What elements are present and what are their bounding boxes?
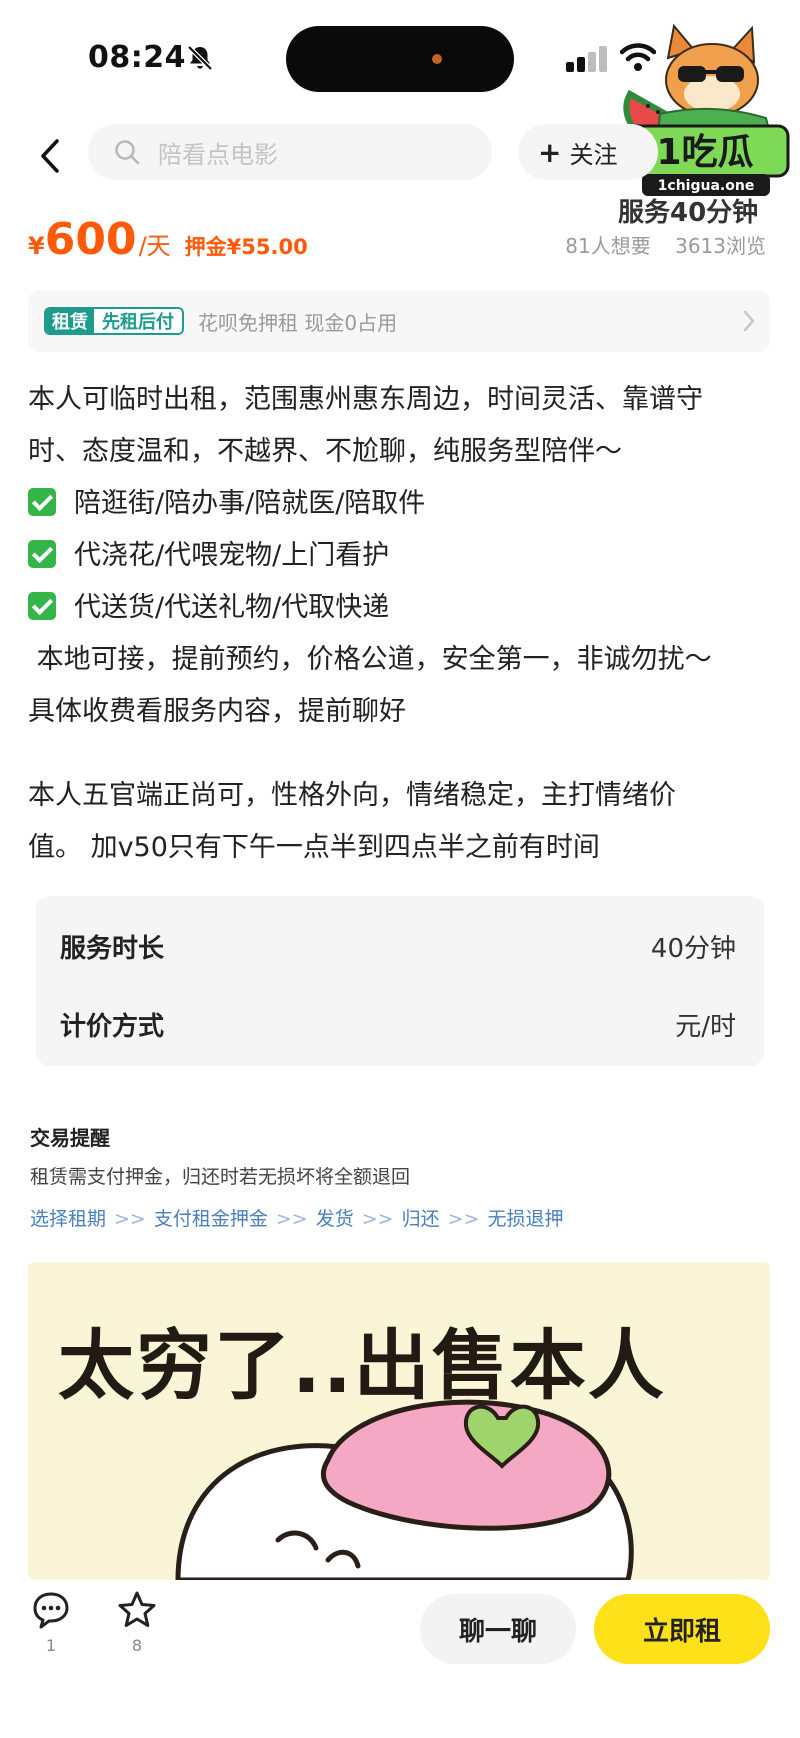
desc-intro-2: 时、态度温和，不越界、不尬聊，纯服务型陪伴～ xyxy=(28,436,622,467)
dynamic-island xyxy=(286,26,514,92)
badge-pay-later: 先租后付 xyxy=(94,309,182,333)
credit-banner[interactable]: 租赁 先租后付 花呗免押租 现金0占用 xyxy=(28,290,770,352)
check-item-text: 陪逛街/陪办事/陪就医/陪取件 xyxy=(74,488,426,519)
price-amount: 600 xyxy=(44,214,137,265)
deposit-label: 押金¥55.00 xyxy=(184,235,308,259)
favorite-button[interactable]: 8 xyxy=(112,1590,162,1655)
service-title: 服务40分钟 xyxy=(618,198,759,228)
follow-button[interactable]: + 关注 xyxy=(518,124,658,180)
price-currency: ¥ xyxy=(28,232,45,260)
desc-local: 本地可接，提前预约，价格公道，安全第一，非诚勿扰～ xyxy=(28,644,712,675)
cartoon-illustration xyxy=(175,1399,634,1580)
desc-self-1: 本人五官端正尚可，性格外向，情绪稳定，主打情绪价 xyxy=(28,780,676,811)
rent-first-badge: 租赁 先租后付 xyxy=(44,307,184,335)
listing-stats: 81人想要 3613浏览 xyxy=(565,230,766,259)
views-count: 3613浏览 xyxy=(675,234,766,258)
price-unit: /天 xyxy=(138,232,171,260)
notice-desc: 租赁需支付押金，归还时若无损坏将全额退回 xyxy=(30,1166,411,1188)
search-icon xyxy=(115,140,140,165)
badge-rent: 租赁 xyxy=(46,309,94,333)
credit-text: 花呗免押租 现金0占用 xyxy=(198,310,398,335)
check-item: 代浇花/代喂宠物/上门看护 xyxy=(28,530,773,582)
search-placeholder: 陪看点电影 xyxy=(158,140,278,169)
comment-button[interactable]: 1 xyxy=(26,1590,76,1655)
spec-value: 40分钟 xyxy=(650,933,736,964)
status-time: 08:24 xyxy=(88,40,186,75)
check-item: 代送货/代送礼物/代取快递 xyxy=(28,582,773,634)
rent-now-button[interactable]: 立即租 xyxy=(594,1594,770,1664)
spec-row-pricing: 计价方式 元/时 xyxy=(60,1004,736,1044)
comment-icon xyxy=(33,1592,69,1629)
step-separator: >> xyxy=(275,1208,308,1230)
spec-table: 服务时长 40分钟 计价方式 元/时 xyxy=(36,896,764,1066)
listing-description: 本人可临时出租，范围惠州惠东周边，时间灵活、靠谱守 时、态度温和，不越界、不尬聊… xyxy=(28,374,773,874)
search-input[interactable]: 陪看点电影 xyxy=(88,124,492,180)
listing-image[interactable]: 太穷了..出售本人 xyxy=(28,1262,770,1580)
comment-count: 1 xyxy=(45,1636,57,1655)
signal-icon xyxy=(566,46,607,72)
spec-row-duration: 服务时长 40分钟 xyxy=(60,926,736,966)
step-item: 无损退押 xyxy=(487,1208,564,1230)
step-separator: >> xyxy=(114,1208,146,1230)
step-item: 选择租期 xyxy=(30,1208,107,1230)
step-separator: >> xyxy=(447,1208,480,1230)
price-row: ¥ 600 /天 押金¥55.00 xyxy=(28,214,308,265)
chevron-right-icon xyxy=(743,310,755,332)
chat-button[interactable]: 聊一聊 xyxy=(420,1594,576,1664)
check-icon xyxy=(28,488,56,516)
step-item: 归还 xyxy=(401,1208,440,1230)
plus-icon: + xyxy=(538,135,562,169)
check-icon xyxy=(28,592,56,620)
check-item-text: 代送货/代送礼物/代取快递 xyxy=(74,592,390,623)
bottom-action-bar: 1 8 聊一聊 立即租 xyxy=(0,1580,800,1738)
watermark-brand: 1吃瓜 xyxy=(656,132,753,173)
step-item: 支付租金押金 xyxy=(153,1208,268,1230)
spec-value: 元/时 xyxy=(675,1011,736,1042)
bell-off-icon xyxy=(187,45,213,71)
spec-key: 计价方式 xyxy=(60,1011,165,1042)
spec-key: 服务时长 xyxy=(60,933,165,964)
step-separator: >> xyxy=(361,1208,394,1230)
follow-label: 关注 xyxy=(569,140,618,169)
step-item: 发货 xyxy=(315,1208,354,1230)
desc-intro-1: 本人可临时出租，范围惠州惠东周边，时间灵活、靠谱守 xyxy=(28,384,703,415)
desc-self-2: 值。 加v50只有下午一点半到四点半之前有时间 xyxy=(28,832,600,863)
wants-count: 81人想要 xyxy=(565,234,651,258)
favorite-count: 8 xyxy=(131,1636,143,1655)
rental-steps[interactable]: 选择租期 >> 支付租金押金 >> 发货 >> 归还 >> 无损退押 xyxy=(30,1204,563,1231)
back-chevron-icon xyxy=(41,139,59,173)
notice-title: 交易提醒 xyxy=(30,1126,110,1150)
back-button[interactable] xyxy=(30,134,70,178)
desc-fee: 具体收费看服务内容，提前聊好 xyxy=(28,696,406,727)
star-icon xyxy=(118,1591,156,1627)
camera-dot xyxy=(432,54,442,64)
check-item: 陪逛街/陪办事/陪就医/陪取件 xyxy=(28,478,773,530)
check-item-text: 代浇花/代喂宠物/上门看护 xyxy=(74,540,390,571)
check-icon xyxy=(28,540,56,568)
